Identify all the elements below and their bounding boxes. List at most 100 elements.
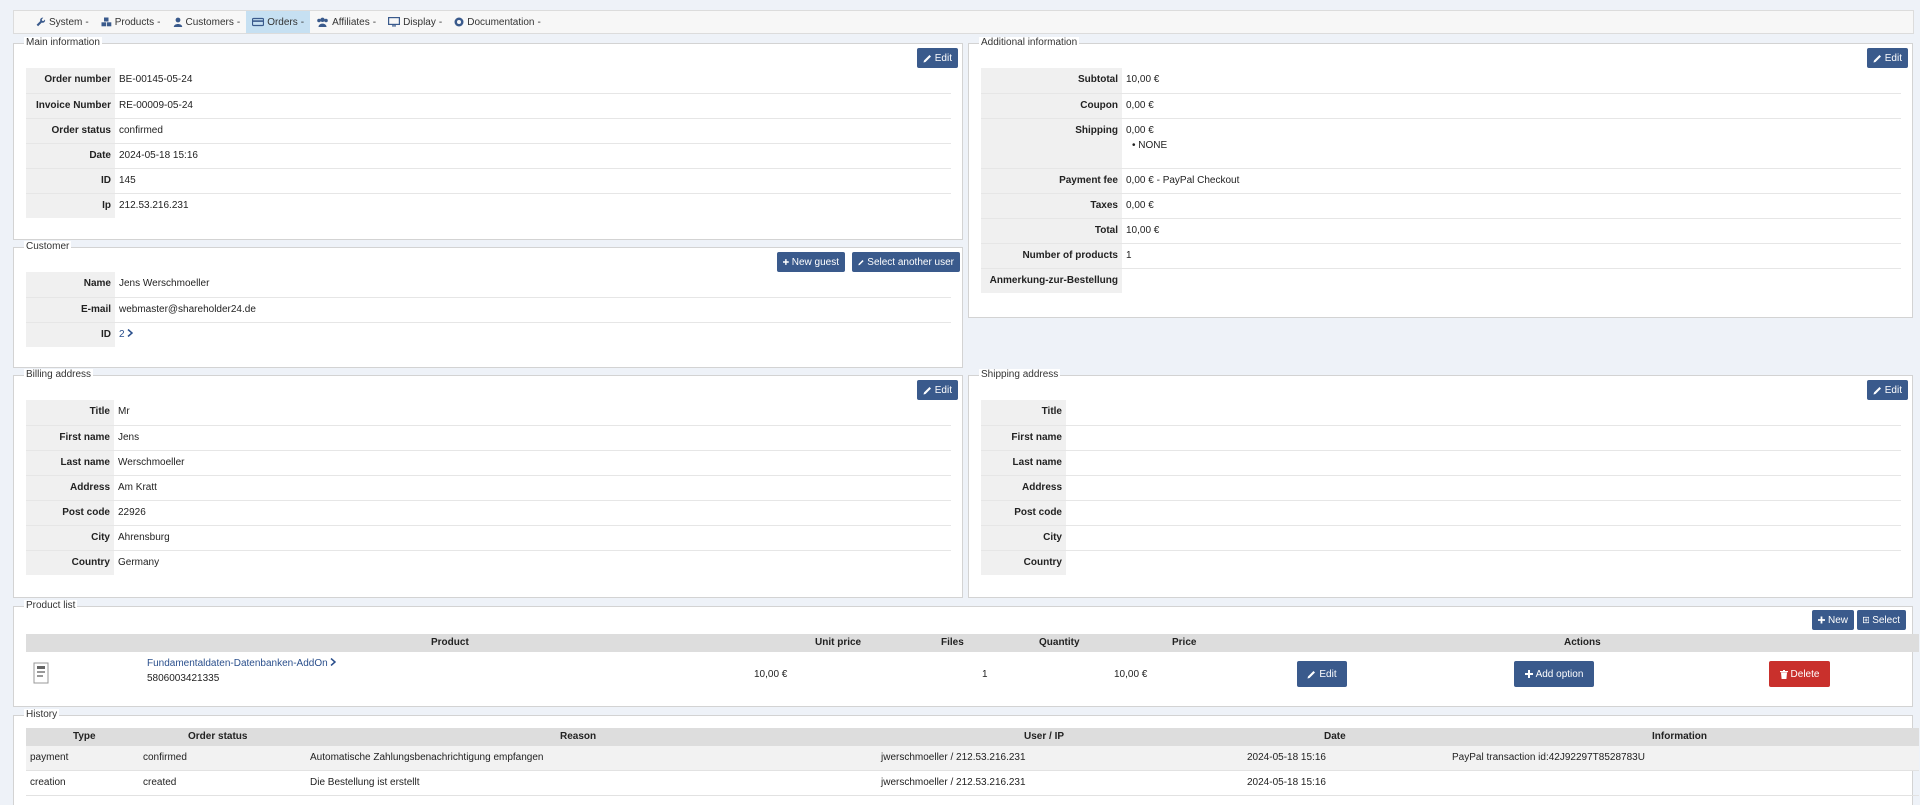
edit-label: Edit xyxy=(1884,52,1902,64)
pencil-icon xyxy=(923,386,931,394)
shipping-address-value xyxy=(1066,476,1070,500)
main-info-edit-button[interactable]: Edit xyxy=(916,48,958,68)
kv-key: Coupon xyxy=(981,94,1122,118)
kv-row: Shipping 0,00 € • NONE xyxy=(981,118,1901,168)
customer-id-value: 2 xyxy=(115,323,134,347)
kv-row: Post code 22926 xyxy=(26,500,951,525)
kv-key: ID xyxy=(26,323,115,347)
pencil-icon xyxy=(1873,386,1881,394)
col-order-status: Order status xyxy=(188,731,248,742)
history-user: jwerschmoeller / 212.53.216.231 xyxy=(881,752,1026,763)
col-unit-price: Unit price xyxy=(815,637,862,648)
new-product-button[interactable]: New xyxy=(1812,610,1854,630)
caret-icon: - xyxy=(438,16,443,28)
kv-key: Invoice Number xyxy=(26,94,115,118)
number-of-products-value: 1 xyxy=(1126,250,1132,261)
delete-label: Delete xyxy=(1790,668,1820,680)
product-thumbnail[interactable] xyxy=(30,661,54,688)
plus-icon xyxy=(783,259,789,265)
top-menu-bar: System - Products - Customers - Orders - Aff… xyxy=(13,10,1914,34)
shipping-country-value xyxy=(1066,551,1070,575)
product-edit-button[interactable]: Edit xyxy=(1297,661,1347,687)
history-panel: History Type Order status Reason User / … xyxy=(13,709,1919,805)
history-reason: Die Bestellung ist erstellt xyxy=(310,777,420,788)
caret-icon: - xyxy=(85,16,89,28)
select-product-button[interactable]: Select xyxy=(1857,610,1906,630)
menu-affiliates[interactable]: Affiliates - xyxy=(310,11,382,33)
shipping-address-table: Title First name Last name Address Post … xyxy=(981,400,1901,575)
col-product: Product xyxy=(431,637,469,648)
help-icon xyxy=(454,17,464,27)
caret-icon: - xyxy=(372,16,377,28)
kv-key: Address xyxy=(981,476,1066,500)
chevron-right-icon[interactable] xyxy=(127,328,134,338)
kv-row: Subtotal 10,00 € xyxy=(981,68,1901,93)
billing-country-value: Germany xyxy=(118,557,160,568)
history-type: payment xyxy=(30,752,69,763)
menu-documentation-label: Documentation xyxy=(467,16,535,28)
pencil-icon xyxy=(858,259,864,265)
main-menu: System - Products - Customers - Orders - Aff… xyxy=(30,11,547,33)
edit-label: Edit xyxy=(934,384,952,396)
additional-information-panel: Additional information Edit Subtotal 10,0… xyxy=(968,37,1913,318)
kv-key: Anmerkung-zur-Bestellung xyxy=(981,269,1122,293)
shipping-edit-button[interactable]: Edit xyxy=(1866,380,1908,400)
menu-display[interactable]: Display - xyxy=(382,11,448,33)
kv-row: E-mail webmaster@shareholder24.de xyxy=(26,297,951,322)
kv-row: Coupon 0,00 € xyxy=(981,93,1901,118)
kv-row: Country Germany xyxy=(26,550,951,575)
shipping-title-value xyxy=(1066,400,1070,425)
product-name-link[interactable]: Fundamentaldaten-Datenbanken-AddOn xyxy=(147,657,337,669)
shipping-cost: 0,00 € xyxy=(1126,125,1154,136)
order-number-value: BE-00145-05-24 xyxy=(119,74,193,85)
new-guest-label: New guest xyxy=(791,256,839,268)
kv-key: Post code xyxy=(26,501,114,525)
shipping-method-label: NONE xyxy=(1138,140,1168,151)
col-information: Information xyxy=(1652,731,1707,742)
caret-icon: - xyxy=(300,16,305,28)
id-value: 145 xyxy=(119,175,136,186)
menu-display-label: Display xyxy=(403,16,436,28)
kv-row: First name xyxy=(981,425,1901,450)
menu-products[interactable]: Products - xyxy=(95,11,167,33)
customer-table: Name Jens Werschmoeller E-mail webmaster@s… xyxy=(26,272,951,347)
history-date: 2024-05-18 15:16 xyxy=(1247,752,1326,763)
menu-orders[interactable]: Orders - xyxy=(246,11,311,33)
history-info: PayPal transaction id:42J92297T8528783U xyxy=(1452,752,1645,763)
additional-info-edit-button[interactable]: Edit xyxy=(1866,48,1908,68)
kv-key: Shipping xyxy=(981,119,1122,168)
shipping-post-code-value xyxy=(1066,501,1070,525)
select-another-user-button[interactable]: Select another user xyxy=(852,252,960,272)
menu-documentation[interactable]: Documentation - xyxy=(448,11,547,33)
subtotal-value: 10,00 € xyxy=(1126,74,1160,85)
menu-system-label: System xyxy=(49,16,83,28)
kv-row: Anmerkung-zur-Bestellung xyxy=(981,268,1901,293)
kv-row: ID 145 xyxy=(26,168,951,193)
billing-address-title: Billing address xyxy=(24,369,94,381)
kv-row: Total 10,00 € xyxy=(981,218,1901,243)
plus-square-icon xyxy=(1863,616,1870,624)
customer-name-value: Jens Werschmoeller xyxy=(119,278,210,289)
kv-key: First name xyxy=(981,426,1066,450)
pencil-icon xyxy=(923,54,931,62)
kv-row: Address xyxy=(981,475,1901,500)
kv-key: Order status xyxy=(26,119,115,143)
kv-key: Ip xyxy=(26,194,115,218)
user-icon xyxy=(173,17,182,27)
kv-key: City xyxy=(26,526,114,550)
add-option-button[interactable]: Add option xyxy=(1514,661,1594,687)
new-guest-button[interactable]: New guest xyxy=(777,252,845,272)
total-value: 10,00 € xyxy=(1126,225,1160,236)
kv-key: First name xyxy=(26,426,114,450)
billing-edit-button[interactable]: Edit xyxy=(916,380,958,400)
menu-system[interactable]: System - xyxy=(30,11,95,33)
delete-product-button[interactable]: Delete xyxy=(1769,661,1830,687)
kv-key: E-mail xyxy=(26,298,115,322)
plus-icon xyxy=(1818,616,1825,624)
shipping-address-panel: Shipping address Edit Title First name L… xyxy=(968,369,1913,598)
menu-customers[interactable]: Customers - xyxy=(167,11,247,33)
main-information-panel: Main information Edit Order number BE-001… xyxy=(13,37,963,240)
history-reason: Automatische Zahlungsbenachrichtigung em… xyxy=(310,752,544,763)
main-information-table: Order number BE-00145-05-24 Invoice Numbe… xyxy=(26,68,951,218)
customer-id-link[interactable]: 2 xyxy=(119,329,125,340)
